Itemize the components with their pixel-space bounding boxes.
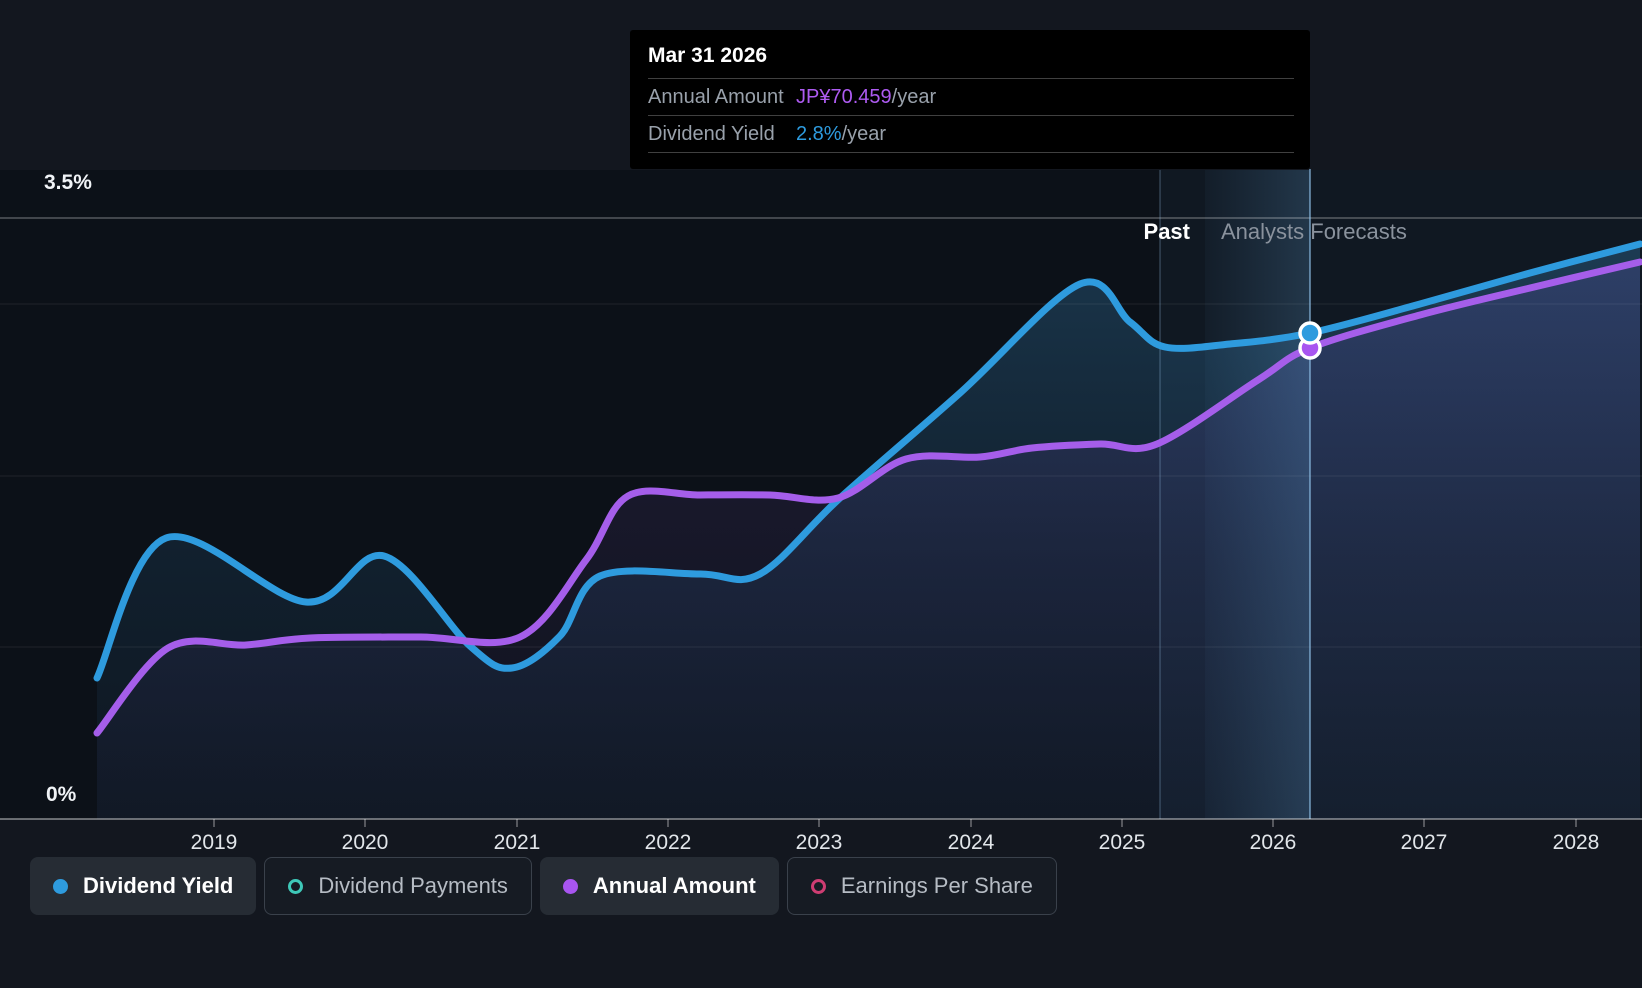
tooltip-row-dividend-yield: Dividend Yield 2.8%/year	[648, 115, 1294, 153]
tooltip-value-annual-amount: JP¥70.459	[796, 86, 892, 108]
x-axis-label-2027: 2027	[1400, 831, 1448, 854]
x-axis-label-2026: 2026	[1249, 831, 1297, 854]
legend-item-dividend-yield[interactable]: Dividend Yield	[30, 857, 257, 915]
legend-ring-dot-icon	[810, 878, 826, 894]
x-axis-label-2025: 2025	[1098, 831, 1146, 854]
legend-label: Dividend Yield	[83, 873, 234, 898]
tooltip-label-dividend-yield: Dividend Yield	[648, 123, 775, 145]
legend-filled-dot-icon	[562, 878, 578, 894]
x-axis-ticks	[213, 819, 1577, 827]
tooltip-value-dividend-yield: 2.8%	[796, 123, 842, 145]
x-axis-label-2019: 2019	[190, 831, 238, 854]
hover-highlight-band	[1205, 170, 1310, 819]
x-axis-label-2024: 2024	[947, 831, 995, 854]
forecast-zone-label: Analysts Forecasts	[1221, 219, 1407, 244]
legend-label: Earnings Per Share	[840, 873, 1033, 898]
tooltip-suffix-dividend-yield: /year	[841, 123, 887, 145]
y-axis-bottom-label: 0%	[46, 783, 77, 806]
legend-item-dividend-payments[interactable]: Dividend Payments	[264, 857, 532, 915]
tooltip-label-annual-amount: Annual Amount	[648, 86, 784, 108]
past-zone-label: Past	[1143, 219, 1190, 244]
legend-ring-dot-icon	[288, 878, 304, 894]
chart-legend: Dividend Yield Dividend Payments Annual Am…	[30, 857, 1057, 915]
legend-label: Dividend Payments	[318, 873, 508, 898]
tooltip-suffix-annual-amount: /year	[891, 86, 937, 108]
dividend-chart-page: 3.5% 0% 2019 2020 2021 2022 2023 2024 2025 2026…	[0, 0, 1642, 988]
y-axis-top-label: 3.5%	[44, 171, 92, 194]
dividend-yield-hover-marker[interactable]	[1298, 321, 1322, 345]
x-axis-label-2028: 2028	[1552, 831, 1600, 854]
x-axis-label-2022: 2022	[644, 831, 692, 854]
chart-tooltip: Mar 31 2026 Annual Amount JP¥70.459/year…	[630, 30, 1310, 169]
x-axis-label-2021: 2021	[493, 831, 541, 854]
legend-item-annual-amount[interactable]: Annual Amount	[539, 857, 779, 915]
x-axis-label-2023: 2023	[795, 831, 843, 854]
legend-item-earnings-per-share[interactable]: Earnings Per Share	[786, 857, 1057, 915]
legend-label: Annual Amount	[592, 873, 756, 898]
legend-filled-dot-icon	[53, 878, 68, 894]
tooltip-date: Mar 31 2026	[648, 44, 768, 67]
tooltip-row-annual-amount: Annual Amount JP¥70.459/year	[648, 78, 1294, 115]
x-axis-label-2020: 2020	[341, 831, 389, 854]
